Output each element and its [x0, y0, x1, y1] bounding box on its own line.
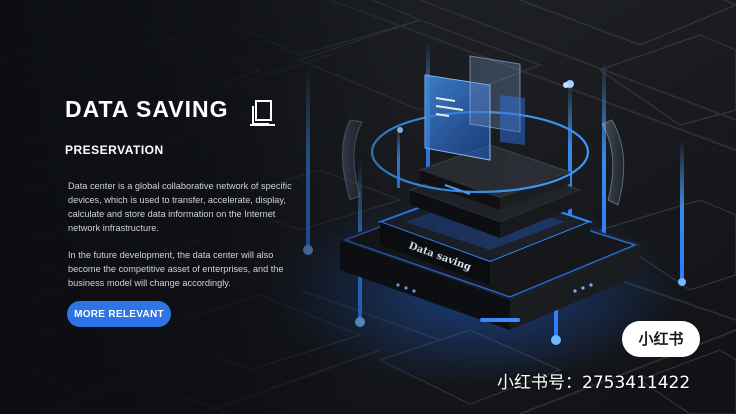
brand-badge: 小红书	[622, 321, 700, 357]
description-paragraph-1: Data center is a global collaborative ne…	[68, 181, 292, 233]
brand-id-text: 小红书号：2753411422	[497, 373, 691, 393]
description-paragraph-2: In the future development, the data cent…	[68, 250, 284, 288]
more-relevant-button[interactable]: MORE RELEVANT	[67, 301, 171, 327]
page-title: DATA SAVING	[65, 96, 229, 122]
section-subtitle: PRESERVATION	[65, 143, 164, 157]
document-copy-icon	[250, 100, 275, 126]
